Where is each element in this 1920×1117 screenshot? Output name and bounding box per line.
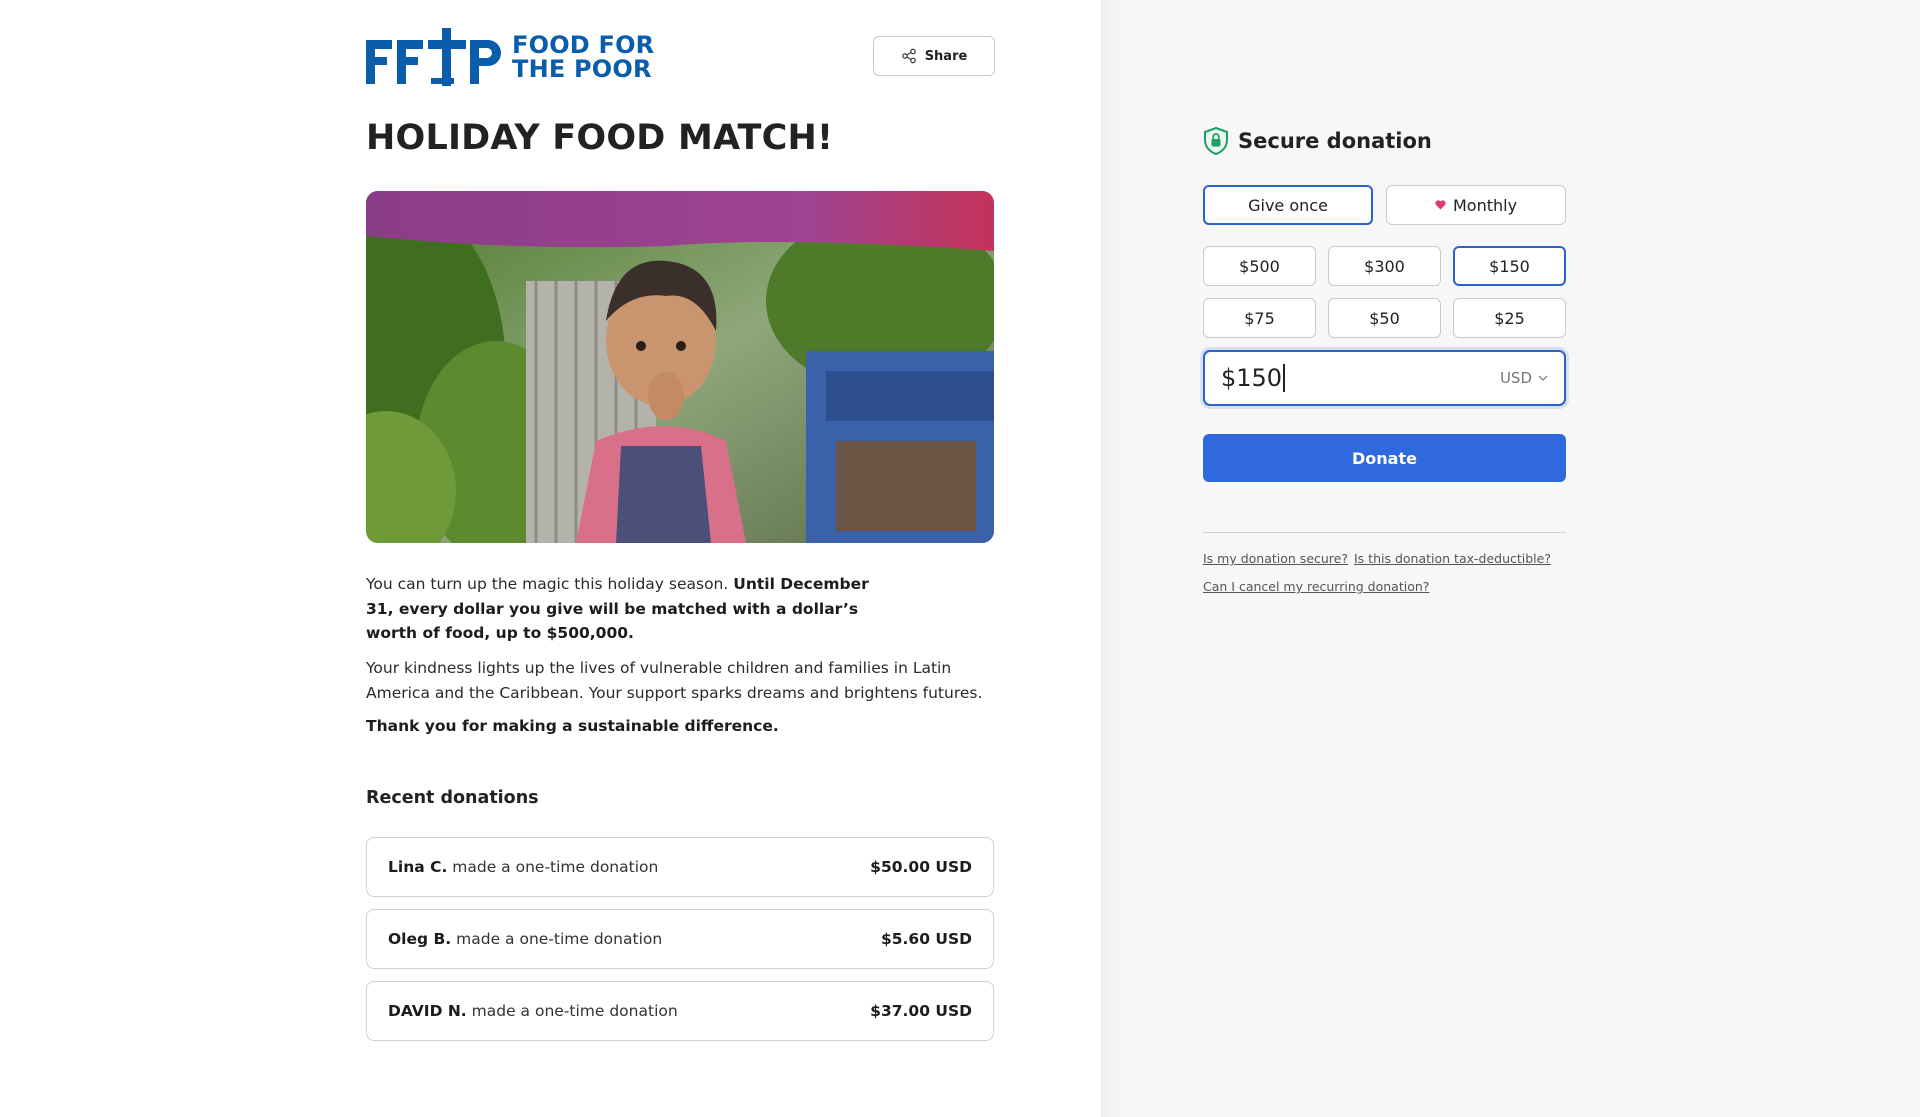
amount-option-300[interactable]: $300 xyxy=(1328,246,1441,286)
amount-option-label: $50 xyxy=(1369,308,1400,328)
currency-label: USD xyxy=(1499,369,1532,387)
donation-description: Lina C. made a one-time donation xyxy=(388,858,658,876)
donation-text: made a one-time donation xyxy=(471,1002,678,1020)
donation-row: Lina C. made a one-time donation $50.00 … xyxy=(366,837,994,897)
donation-row: DAVID N. made a one-time donation $37.00… xyxy=(366,981,994,1041)
amount-option-150[interactable]: $150 xyxy=(1453,246,1566,286)
amount-option-75[interactable]: $75 xyxy=(1203,298,1316,338)
secure-donation-header: Secure donation xyxy=(1203,127,1432,155)
recent-donations-title: Recent donations xyxy=(366,788,539,808)
amount-option-label: $25 xyxy=(1494,308,1525,328)
share-label: Share xyxy=(924,48,968,64)
amount-option-label: $75 xyxy=(1244,308,1275,328)
give-once-label: Give once xyxy=(1248,195,1328,215)
currency-select[interactable]: USD xyxy=(1500,369,1548,387)
recent-donations-list: Lina C. made a one-time donation $50.00 … xyxy=(366,837,994,1053)
donate-button[interactable]: Donate xyxy=(1203,434,1566,482)
donation-text: made a one-time donation xyxy=(456,930,663,948)
thank-you-text: Thank you for making a sustainable diffe… xyxy=(366,717,779,735)
faq-cancel-link[interactable]: Can I cancel my recurring donation? xyxy=(1203,579,1429,594)
amount-input[interactable]: $150 USD xyxy=(1203,350,1566,406)
campaign-panel: FOOD FOR THE POOR Share HOLIDAY FOOD MAT… xyxy=(0,0,1101,1117)
amount-option-500[interactable]: $500 xyxy=(1203,246,1316,286)
child-photo xyxy=(366,191,994,543)
share-icon xyxy=(901,48,916,64)
kindness-paragraph: Your kindness lights up the lives of vul… xyxy=(366,659,983,702)
donate-label: Donate xyxy=(1352,448,1417,468)
text-caret xyxy=(1283,364,1285,392)
amount-option-label: $150 xyxy=(1489,256,1530,276)
monthly-toggle[interactable]: Monthly xyxy=(1386,185,1566,225)
intro-paragraph: You can turn up the magic this holiday s… xyxy=(366,572,886,646)
shield-lock-icon xyxy=(1204,127,1228,155)
chevron-down-icon xyxy=(1538,375,1548,381)
campaign-hero-image xyxy=(366,191,994,543)
give-once-toggle[interactable]: Give once xyxy=(1203,185,1373,225)
amount-option-50[interactable]: $50 xyxy=(1328,298,1441,338)
fftp-logo-mark xyxy=(366,28,501,86)
brand-name-line2: THE POOR xyxy=(512,55,652,83)
donation-amount: $37.00 USD xyxy=(870,1002,972,1020)
donation-amount: $5.60 USD xyxy=(880,930,972,948)
donor-name: DAVID N. xyxy=(388,1002,467,1020)
amount-input-value-wrap: $150 xyxy=(1221,364,1285,392)
brand-name-line1: FOOD FOR xyxy=(512,31,655,59)
monthly-label: Monthly xyxy=(1452,195,1518,215)
donation-description: Oleg B. made a one-time donation xyxy=(388,930,662,948)
donation-amount: $50.00 USD xyxy=(870,858,972,876)
amount-option-25[interactable]: $25 xyxy=(1453,298,1566,338)
faq-tax-link[interactable]: Is this donation tax-deductible? xyxy=(1354,551,1551,566)
intro-text: You can turn up the magic this holiday s… xyxy=(366,575,734,593)
share-button[interactable]: Share xyxy=(873,36,995,76)
amount-input-value: $150 xyxy=(1221,364,1283,392)
fftp-logo[interactable]: FOOD FOR THE POOR xyxy=(366,28,654,86)
donation-description: DAVID N. made a one-time donation xyxy=(388,1002,678,1020)
campaign-title: HOLIDAY FOOD MATCH! xyxy=(366,118,834,158)
amount-option-label: $300 xyxy=(1364,256,1405,276)
donor-name: Oleg B. xyxy=(388,930,452,948)
secure-donation-label: Secure donation xyxy=(1238,129,1432,153)
amount-option-label: $500 xyxy=(1239,256,1280,276)
faq-secure-link[interactable]: Is my donation secure? xyxy=(1203,551,1348,566)
donor-name: Lina C. xyxy=(388,858,448,876)
donation-row: Oleg B. made a one-time donation $5.60 U… xyxy=(366,909,994,969)
heart-icon xyxy=(1435,200,1446,210)
divider xyxy=(1203,532,1566,533)
donation-text: made a one-time donation xyxy=(452,858,659,876)
brand-name: FOOD FOR THE POOR xyxy=(512,33,654,81)
